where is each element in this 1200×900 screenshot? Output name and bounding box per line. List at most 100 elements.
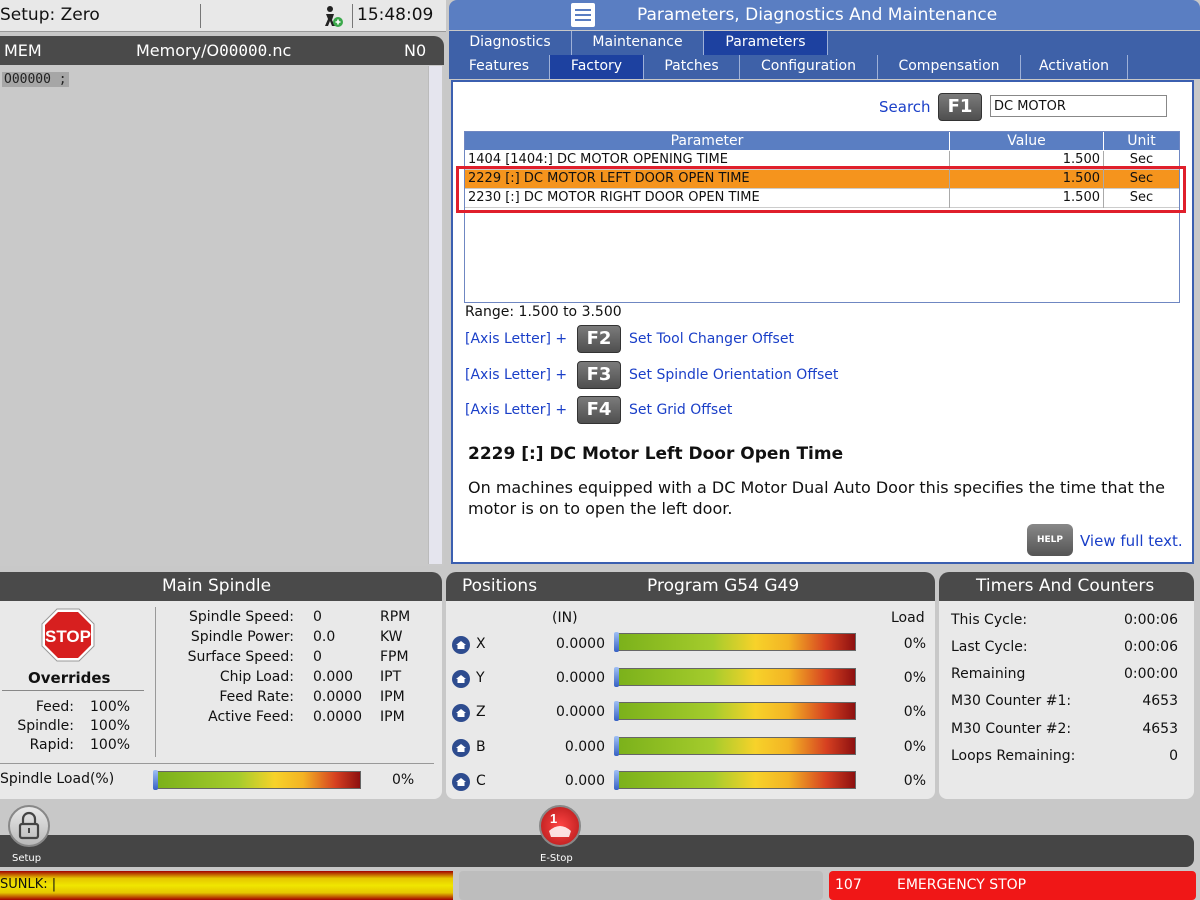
program-file: Memory/O00000.nc [136, 41, 291, 60]
last-cycle-value: 0:00:06 [1124, 639, 1178, 655]
axis-x-label: X [476, 636, 486, 652]
pdm-title: Parameters, Diagnostics And Maintenance [637, 5, 998, 25]
load-column-header: Load [891, 610, 925, 626]
spindle-title: Main Spindle [162, 576, 272, 596]
range-label: Range: 1.500 to 3.500 [465, 304, 622, 320]
pdm-title-bar: Parameters, Diagnostics And Maintenance [449, 0, 1200, 30]
stop-sign-text: STOP [45, 627, 91, 646]
positions-header: Positions Program G54 G49 [446, 572, 935, 601]
home-icon[interactable] [452, 670, 470, 688]
estop-icon: 1 [549, 811, 571, 837]
home-icon[interactable] [452, 739, 470, 757]
program-code-line[interactable]: O00000 ; [2, 72, 69, 87]
axis-y-load-marker [614, 667, 619, 687]
tab-parameters[interactable]: Parameters [704, 31, 828, 55]
m30-counter-2-value: 4653 [1142, 721, 1178, 737]
axis-c-load-marker [614, 770, 619, 790]
tab-patches[interactable]: Patches [644, 55, 740, 79]
search-input[interactable] [990, 95, 1167, 117]
search-label: Search [879, 98, 931, 116]
home-icon[interactable] [452, 773, 470, 791]
f3-description: Set Spindle Orientation Offset [629, 367, 839, 383]
column-header-unit: Unit [1127, 133, 1156, 149]
axis-x-value: 0.0000 [556, 636, 605, 652]
last-cycle-label: Last Cycle: [951, 639, 1028, 655]
operator-icon[interactable] [320, 4, 344, 28]
estop-button[interactable]: 1 [539, 805, 581, 847]
setup-mode-label: Setup: Zero [0, 5, 100, 25]
axis-z-value: 0.0000 [556, 704, 605, 720]
this-cycle-value: 0:00:06 [1124, 612, 1178, 628]
spindle-speed-label: Spindle Speed: [189, 609, 294, 625]
axis-c-value: 0.000 [564, 773, 605, 789]
program-scrollbar[interactable] [428, 66, 442, 564]
m30-counter-1-label: M30 Counter #1: [951, 693, 1072, 709]
f4-key[interactable]: F4 [577, 396, 621, 424]
alarm-status-bar[interactable]: 107 EMERGENCY STOP [829, 871, 1196, 900]
alarm-code: 107 [835, 877, 862, 893]
axis-y-load: 0% [903, 670, 926, 686]
tab-diagnostics[interactable]: Diagnostics [449, 31, 572, 55]
help-button[interactable]: HELP [1027, 524, 1073, 556]
axis-c-load-bar [617, 771, 856, 789]
chip-load-value: 0.000 [313, 669, 354, 685]
tab-factory[interactable]: Factory [550, 55, 644, 79]
remaining-value: 0:00:00 [1124, 666, 1178, 682]
positions-title: Positions [462, 576, 538, 596]
positions-panel [446, 601, 935, 799]
override-rapid-value: 100% [90, 737, 131, 753]
alarm-text: EMERGENCY STOP [897, 877, 1027, 893]
f2-key[interactable]: F2 [577, 325, 621, 353]
divider [2, 690, 144, 691]
column-header-parameter: Parameter [465, 132, 950, 150]
menu-icon[interactable] [571, 3, 595, 27]
timers-title: Timers And Counters [976, 576, 1155, 596]
positions-unit: (IN) [552, 610, 578, 626]
program-header: MEM Memory/O00000.nc N0 [0, 36, 444, 65]
loops-remaining-value: 0 [1169, 748, 1178, 764]
axis-b-load-bar [617, 737, 856, 755]
parameter-table: Parameter Value Unit 1404 [1404:] DC MOT… [464, 131, 1180, 303]
divider [200, 4, 201, 28]
f4-description: Set Grid Offset [629, 402, 733, 418]
loops-remaining-label: Loops Remaining: [951, 748, 1076, 764]
view-full-text-link[interactable]: View full text. [1080, 532, 1183, 550]
column-header-value: Value [950, 132, 1104, 150]
tab-maintenance[interactable]: Maintenance [572, 31, 704, 55]
axis-z-label: Z [476, 704, 486, 720]
home-icon[interactable] [452, 636, 470, 654]
this-cycle-label: This Cycle: [951, 612, 1028, 628]
program-editor[interactable] [0, 65, 444, 566]
axis-z-load: 0% [903, 704, 926, 720]
spindle-load-value: 0% [392, 772, 415, 788]
lock-icon [18, 811, 40, 840]
tab-features[interactable]: Features [449, 55, 550, 79]
divider [0, 763, 434, 764]
axis-b-value: 0.000 [564, 739, 605, 755]
timers-header: Timers And Counters [939, 572, 1194, 601]
setup-button[interactable] [8, 805, 50, 847]
spindle-power-label: Spindle Power: [190, 629, 294, 645]
f3-key[interactable]: F3 [577, 361, 621, 389]
tab-activation[interactable]: Activation [1021, 55, 1128, 79]
program-line-number: N0 [404, 41, 427, 60]
feed-rate-value: 0.0000 [313, 689, 362, 705]
axis-letter-label: [Axis Letter] + [465, 402, 568, 418]
description-title: 2229 [:] DC Motor Left Door Open Time [468, 444, 844, 464]
pdm-tabs-top: Diagnostics Maintenance Parameters [449, 31, 1200, 55]
home-icon[interactable] [452, 704, 470, 722]
file-extension: .nc [267, 41, 292, 60]
spindle-speed-value: 0 [313, 609, 322, 625]
file-prefix: Memory/O [136, 41, 220, 60]
estop-badge: 1 [550, 811, 557, 826]
tab-compensation[interactable]: Compensation [878, 55, 1021, 79]
m30-counter-2-label: M30 Counter #2: [951, 721, 1072, 737]
surface-speed-label: Surface Speed: [187, 649, 294, 665]
f1-key[interactable]: F1 [938, 93, 982, 121]
estop-button-label: E-Stop [540, 853, 573, 864]
spindle-header: Main Spindle [0, 572, 442, 601]
override-spindle-label: Spindle: [17, 718, 74, 734]
axis-x-load: 0% [903, 636, 926, 652]
tab-configuration[interactable]: Configuration [740, 55, 878, 79]
spindle-load-label: Spindle Load(%) [0, 771, 115, 787]
